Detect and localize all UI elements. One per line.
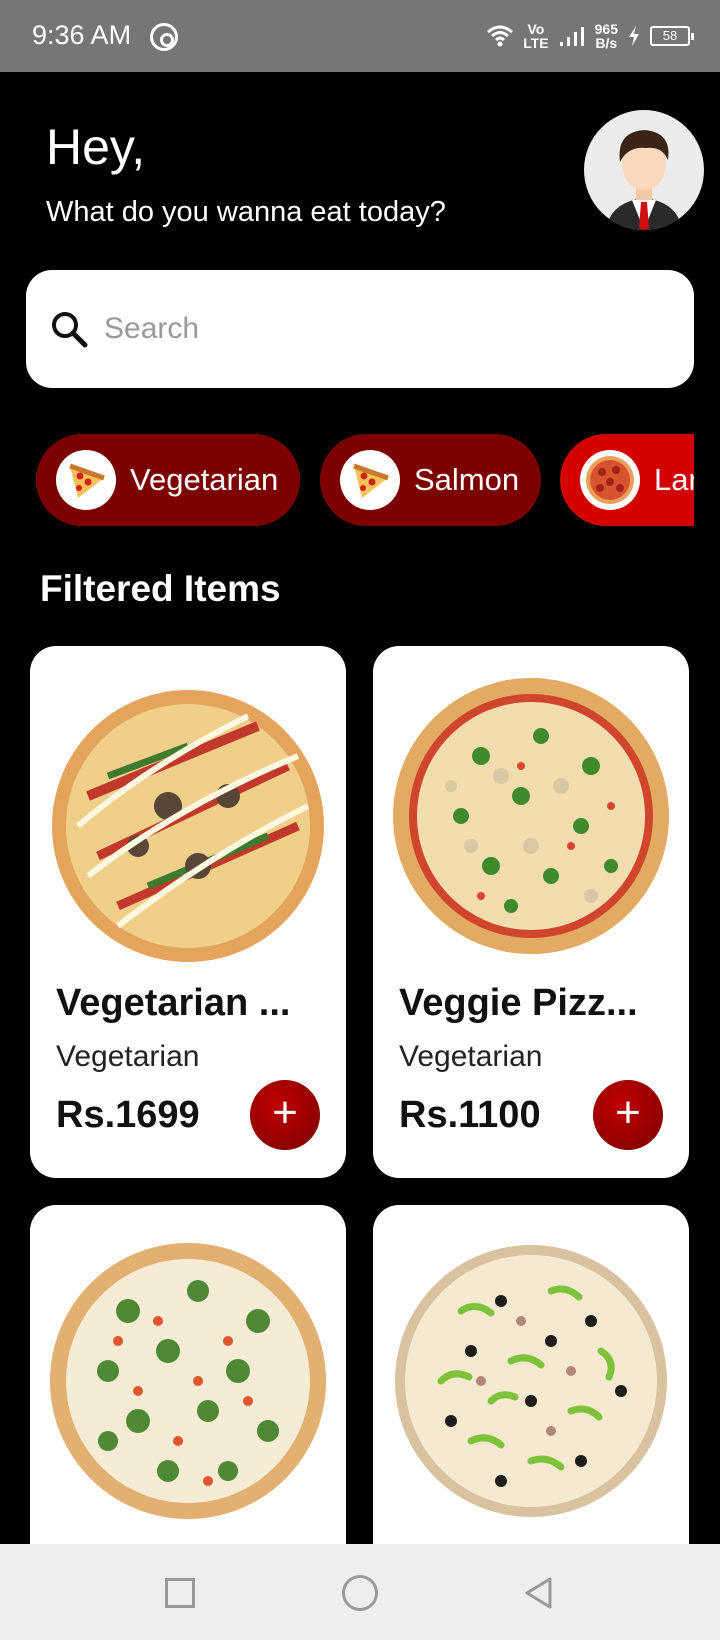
wifi-icon [487, 25, 514, 47]
item-name: Vegetarian ... [56, 982, 291, 1024]
search-input[interactable] [104, 298, 664, 360]
item-price: Rs.1699 [56, 1094, 200, 1136]
item-price: Rs.1100 [399, 1094, 541, 1136]
search-bar[interactable] [26, 270, 694, 388]
pepperoni-pizza-icon [580, 450, 640, 510]
signal-icon [559, 27, 584, 46]
network-type: Vo LTE [523, 21, 549, 51]
sync-icon [150, 23, 178, 51]
food-card[interactable] [30, 1205, 346, 1544]
category-chip-vegetarian[interactable]: Vegetarian [36, 434, 301, 526]
pizza-image [395, 1245, 667, 1517]
recent-apps-button[interactable] [165, 1578, 195, 1608]
system-navigation-bar [0, 1544, 720, 1640]
user-avatar-icon [606, 130, 682, 230]
pizza-slice-icon [56, 450, 116, 510]
battery-icon: 58 [650, 26, 694, 46]
pizza-image [50, 1243, 326, 1519]
food-card[interactable]: Veggie Pizz... Vegetarian Rs.1100 + [373, 646, 689, 1178]
network-speed: 965 B/s [594, 21, 618, 51]
category-chips: Vegetarian Salmon Lar [36, 434, 694, 526]
category-chip-label: Salmon [414, 462, 520, 497]
charging-icon [629, 26, 639, 46]
status-time: 9:36 AM [32, 20, 132, 50]
pizza-image [393, 678, 669, 954]
section-title: Filtered Items [40, 568, 281, 609]
item-category: Vegetarian [399, 1040, 543, 1073]
category-chip-label: Lar [654, 462, 694, 497]
category-chip-label: Vegetarian [130, 462, 279, 497]
category-chip-large[interactable]: Lar [560, 434, 694, 526]
add-to-cart-button[interactable]: + [593, 1080, 663, 1150]
pizza-slice-icon [340, 450, 400, 510]
home-button[interactable] [342, 1575, 378, 1611]
avatar[interactable] [584, 110, 704, 230]
status-indicators: Vo LTE 965 B/s 58 [487, 16, 694, 56]
greeting-title: Hey, [46, 119, 146, 175]
add-to-cart-button[interactable]: + [250, 1080, 320, 1150]
status-bar: 9:36 AM Vo LTE 965 B/s 58 [0, 0, 720, 72]
item-category: Vegetarian [56, 1040, 200, 1073]
food-card[interactable] [373, 1205, 689, 1544]
back-button[interactable] [522, 1576, 556, 1610]
food-card[interactable]: Vegetarian ... Vegetarian Rs.1699 + [30, 646, 346, 1178]
pizza-image [52, 690, 324, 962]
item-name: Veggie Pizz... [399, 982, 638, 1024]
category-chip-salmon[interactable]: Salmon [320, 434, 542, 526]
greeting-subtitle: What do you wanna eat today? [46, 196, 446, 228]
search-icon [52, 312, 88, 348]
